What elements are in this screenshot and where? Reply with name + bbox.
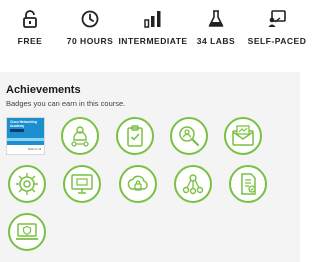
presenter-icon bbox=[268, 10, 286, 27]
certificate-footer: Skills for All bbox=[27, 148, 41, 151]
envelope-chart-icon bbox=[232, 125, 254, 146]
badge-item[interactable] bbox=[116, 117, 154, 155]
feature-duration: 70 HOURS bbox=[60, 10, 120, 46]
flask-icon bbox=[208, 10, 224, 27]
course-features-bar: FREE 70 HOURS INTERMEDIATE 34 LABS SELF-… bbox=[0, 0, 306, 72]
feature-labs: 34 LABS bbox=[186, 10, 246, 46]
achievements-subtitle: Badges you can earn in this course. bbox=[6, 99, 126, 108]
signal-bars-icon bbox=[144, 11, 161, 28]
badge-item[interactable] bbox=[119, 165, 157, 203]
feature-label: INTERMEDIATE bbox=[118, 36, 188, 46]
people-network-icon bbox=[71, 126, 89, 147]
badge-item[interactable] bbox=[63, 165, 101, 203]
badge-item[interactable] bbox=[8, 213, 46, 251]
certificate-badge[interactable]: Cisco Networking Academy Skills for All bbox=[6, 117, 45, 155]
certificate-tag bbox=[10, 129, 24, 132]
clock-icon bbox=[81, 10, 99, 28]
cloud-lock-icon bbox=[127, 175, 148, 191]
lock-open-icon bbox=[23, 10, 37, 28]
badge-item[interactable] bbox=[229, 165, 267, 203]
document-check-icon bbox=[241, 173, 256, 195]
laptop-shield-icon bbox=[16, 223, 38, 240]
achievements-section: Achievements Badges you can earn in this… bbox=[0, 72, 300, 262]
certificate-title: Cisco Networking Academy bbox=[10, 120, 37, 128]
monitor-icon bbox=[71, 174, 93, 194]
network-nodes-icon bbox=[182, 174, 204, 195]
badge-item[interactable] bbox=[61, 117, 99, 155]
magnifier-person-icon bbox=[179, 126, 200, 147]
badge-item[interactable] bbox=[8, 165, 46, 203]
badge-item[interactable] bbox=[170, 117, 208, 155]
certificate-stripe bbox=[7, 138, 44, 141]
feature-level: INTERMEDIATE bbox=[118, 10, 187, 46]
feature-label: 70 HOURS bbox=[66, 36, 114, 46]
feature-label: SELF-PACED bbox=[247, 36, 307, 46]
feature-label: 34 LABS bbox=[196, 36, 236, 46]
achievements-title: Achievements bbox=[6, 84, 81, 96]
badge-item[interactable] bbox=[174, 165, 212, 203]
clipboard-check-icon bbox=[127, 125, 143, 147]
feature-pace: SELF-PACED bbox=[247, 10, 307, 46]
target-gear-icon bbox=[16, 173, 38, 195]
feature-free: FREE bbox=[0, 10, 60, 46]
badge-item[interactable] bbox=[224, 117, 262, 155]
feature-label: FREE bbox=[17, 36, 43, 46]
